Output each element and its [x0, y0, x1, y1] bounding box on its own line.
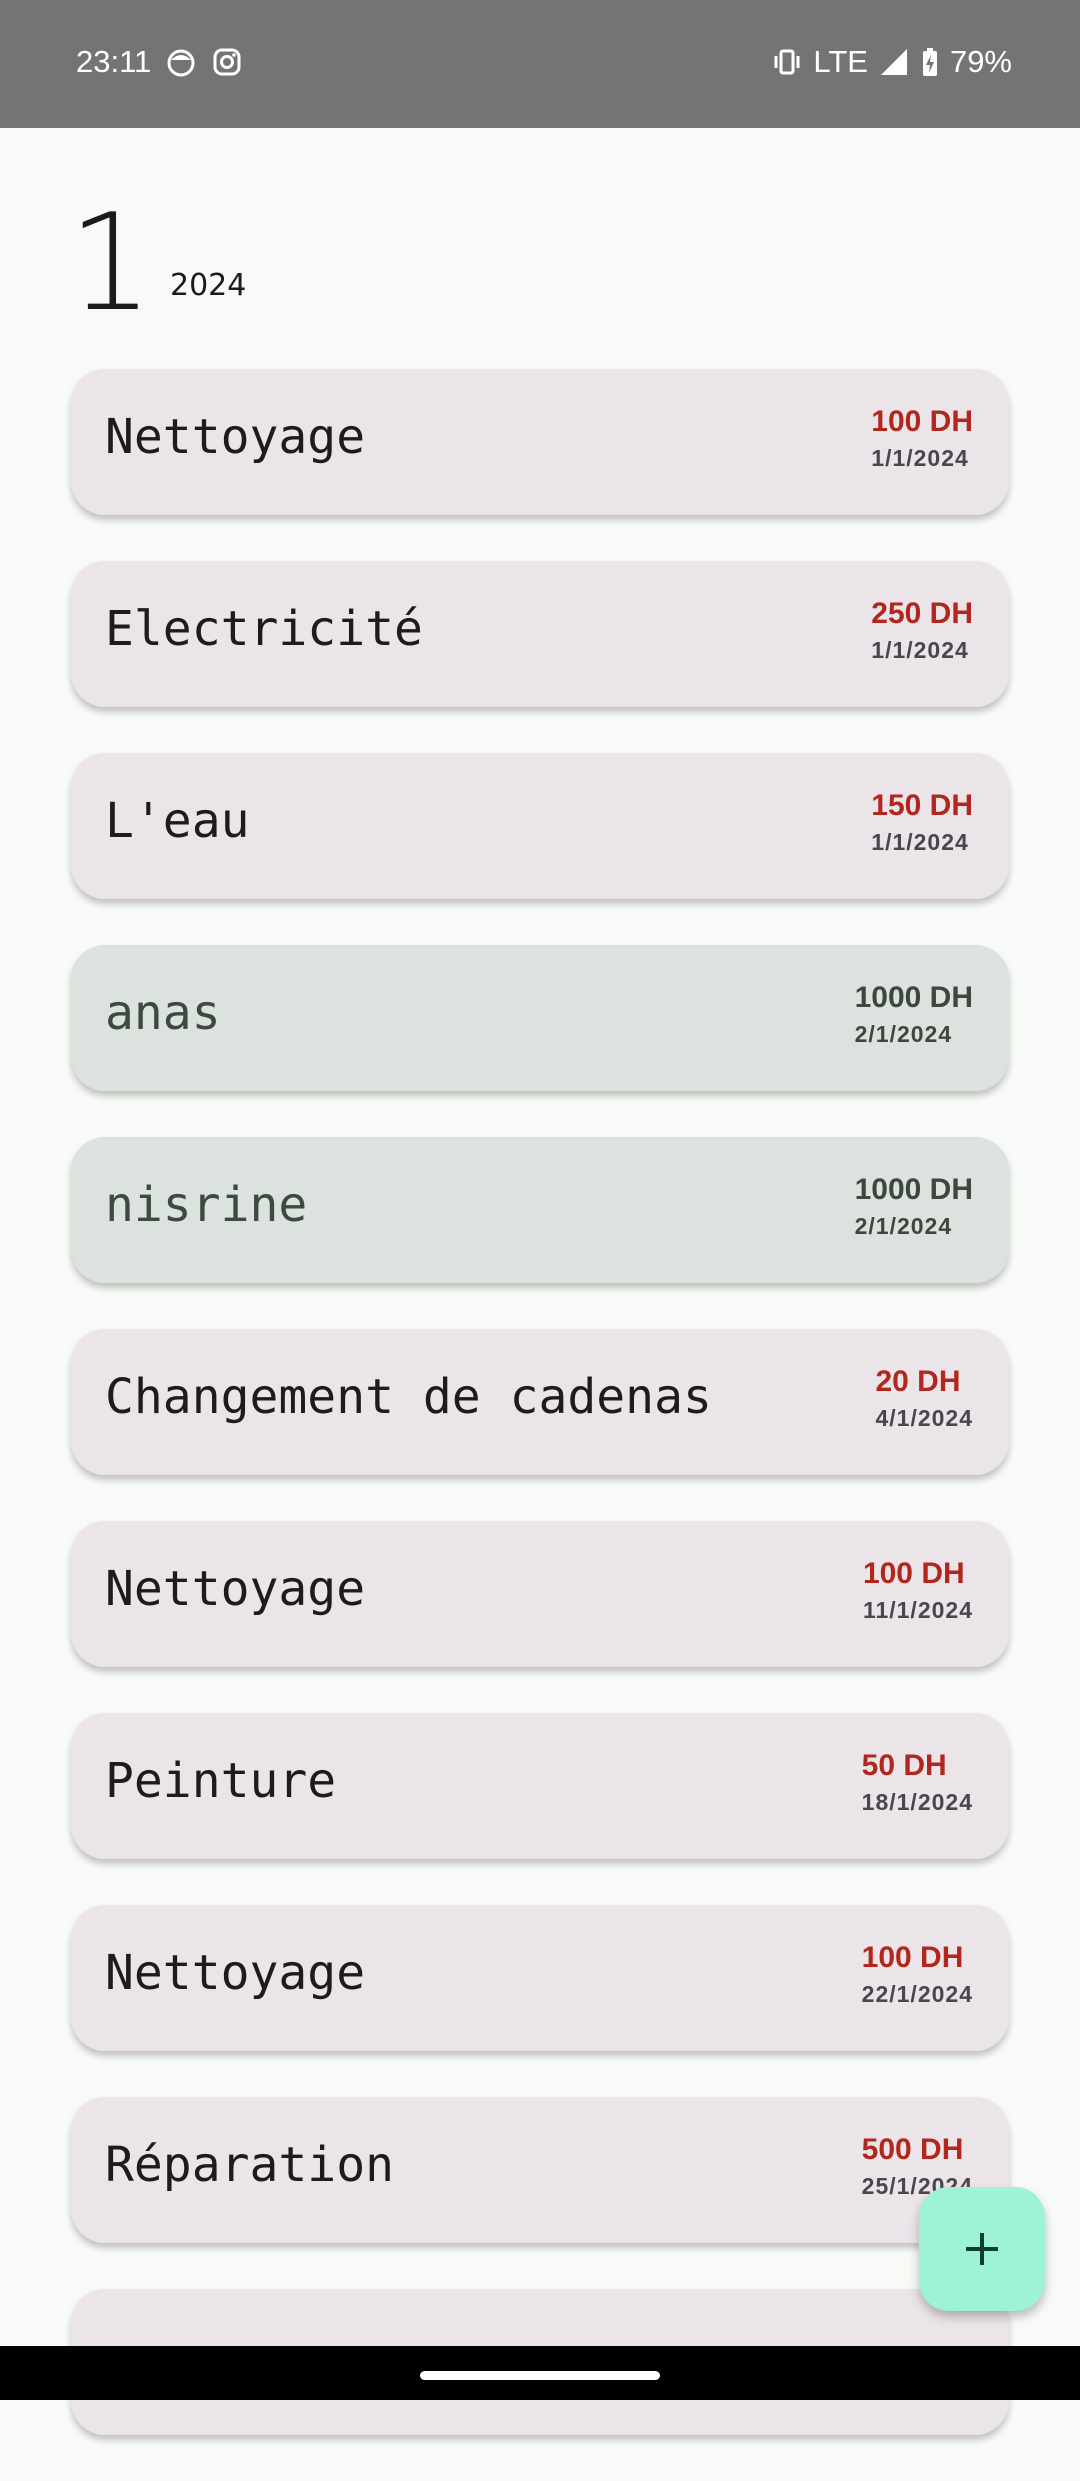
transaction-date: 11/1/2024	[862, 1597, 973, 1623]
transaction-title: Changement de cadenas	[105, 1369, 712, 1425]
plus-icon	[966, 2233, 998, 2265]
transaction-card[interactable]: nisrine 1000 DH 2/1/2024	[71, 1137, 1009, 1283]
transaction-card[interactable]: Electricité 250 DH 1/1/2024	[71, 561, 1009, 707]
transaction-date: 1/1/2024	[871, 829, 969, 855]
transaction-card[interactable]: Nettoyage 100 DH 1/1/2024	[71, 369, 1009, 515]
transaction-meta: 150 DH 1/1/2024	[871, 789, 973, 861]
transaction-meta: 100 DH 1/1/2024	[871, 405, 973, 477]
transaction-meta: 50 DH 18/1/2024	[862, 1749, 973, 1821]
transaction-meta: 1000 DH 2/1/2024	[855, 981, 973, 1053]
battery-charging-icon	[920, 46, 940, 78]
transaction-amount: 100 DH	[871, 405, 973, 438]
transaction-card[interactable]: Nettoyage 100 DH 22/1/2024	[71, 1905, 1009, 2051]
transaction-title: Peinture	[105, 1753, 337, 1809]
transaction-date: 18/1/2024	[861, 1789, 973, 1815]
network-type: LTE	[813, 44, 868, 79]
battery-level: 79%	[949, 44, 1012, 79]
gesture-handle[interactable]	[420, 2371, 660, 2380]
transaction-meta: 100 DH 11/1/2024	[863, 1557, 973, 1629]
transaction-card[interactable]: L'eau 150 DH 1/1/2024	[71, 753, 1009, 899]
transaction-card[interactable]: Changement de cadenas 20 DH 4/1/2024	[71, 1329, 1009, 1475]
transaction-date: 2/1/2024	[854, 1021, 953, 1047]
transaction-meta: 1000 DH 2/1/2024	[855, 1173, 973, 1245]
transaction-title: Nettoyage	[105, 1561, 366, 1617]
transaction-amount: 20 DH	[875, 1365, 961, 1398]
transaction-date: 22/1/2024	[861, 1981, 973, 2007]
transaction-title: nisrine	[105, 1177, 308, 1233]
status-bar: 23:11 LTE 79%	[0, 0, 1080, 128]
transaction-amount: 50 DH	[861, 1749, 947, 1782]
transaction-card[interactable]: Réparation 500 DH 25/1/2024	[71, 2097, 1009, 2243]
transaction-title: Nettoyage	[105, 1945, 366, 2001]
status-time: 23:11	[76, 44, 152, 79]
transaction-amount: 250 DH	[871, 597, 973, 630]
transaction-title: Réparation	[105, 2137, 394, 2193]
transaction-card[interactable]: Peinture 50 DH 18/1/2024	[71, 1713, 1009, 1859]
year-label: 2024	[170, 268, 247, 303]
transaction-title: Nettoyage	[105, 409, 366, 465]
transaction-title: Electricité	[105, 601, 423, 657]
transaction-amount: 1000 DH	[854, 1173, 973, 1206]
transaction-date: 1/1/2024	[871, 637, 969, 663]
transaction-meta: 20 DH 4/1/2024	[875, 1365, 973, 1437]
transaction-meta: 250 DH 1/1/2024	[871, 597, 973, 669]
vibrate-icon	[771, 46, 803, 78]
transaction-date: 1/1/2024	[871, 445, 969, 471]
transaction-amount: 100 DH	[861, 1941, 964, 1974]
transaction-amount: 1000 DH	[854, 981, 973, 1014]
transaction-date: 4/1/2024	[875, 1405, 973, 1431]
transaction-amount: 100 DH	[862, 1557, 965, 1590]
transaction-meta: 100 DH 22/1/2024	[862, 1941, 973, 2013]
transaction-title: L'eau	[105, 793, 250, 849]
instagram-icon	[211, 46, 243, 78]
month-number: 1	[68, 185, 154, 341]
transaction-amount: 500 DH	[861, 2133, 964, 2166]
face-notification-icon	[165, 46, 197, 78]
month-header: 1 2024	[68, 185, 246, 341]
transaction-amount: 150 DH	[871, 789, 973, 822]
transaction-card[interactable]: Nettoyage 100 DH 11/1/2024	[71, 1521, 1009, 1667]
transaction-card[interactable]: anas 1000 DH 2/1/2024	[71, 945, 1009, 1091]
transaction-date: 2/1/2024	[854, 1213, 953, 1239]
transaction-title: anas	[105, 985, 221, 1041]
add-transaction-button[interactable]	[919, 2187, 1045, 2311]
signal-icon	[878, 46, 910, 78]
transaction-list: Nettoyage 100 DH 1/1/2024 Electricité 250 DH…	[71, 369, 1009, 2481]
